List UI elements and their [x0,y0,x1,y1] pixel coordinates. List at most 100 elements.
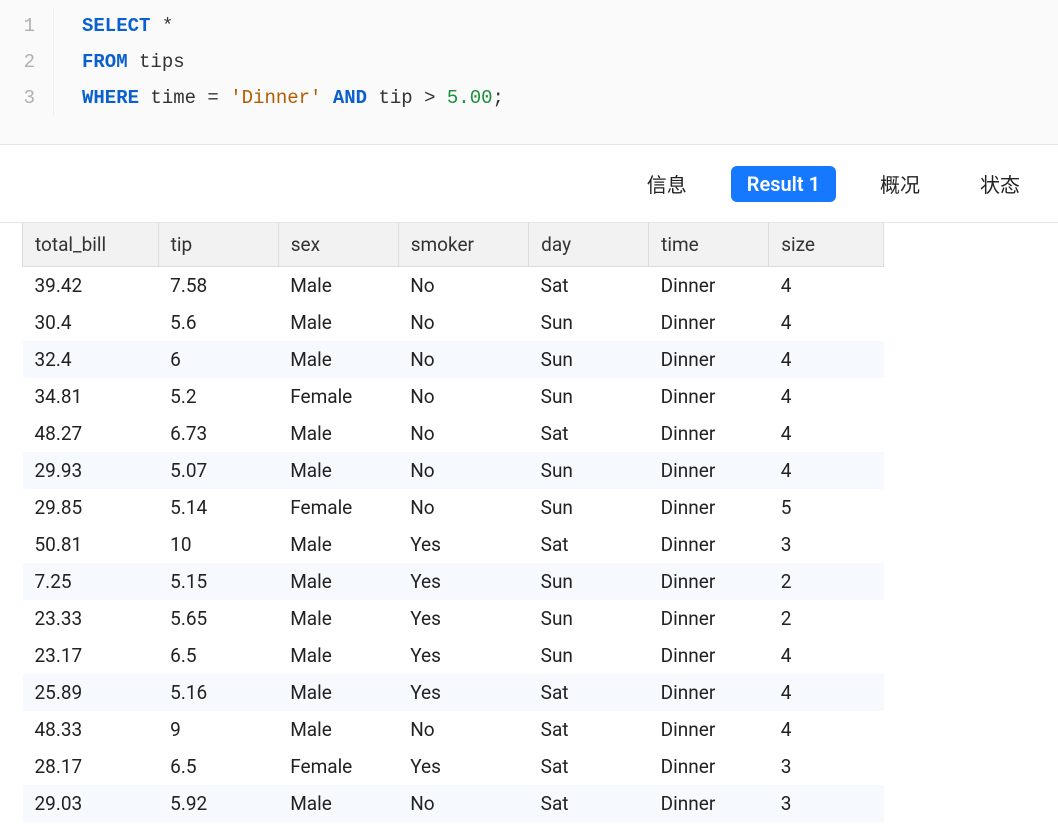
cell: 2 [769,563,884,600]
code-line[interactable]: 2FROM tips [0,44,1058,80]
tab-summary[interactable]: 概况 [864,163,936,204]
token-ident: tip > [367,87,447,109]
cell: Male [278,785,398,822]
cell: Dinner [649,563,769,600]
cell: 10 [158,526,278,563]
cell: Sun [529,563,649,600]
cell: Sat [529,415,649,452]
tab-result-1[interactable]: Result 1 [731,166,836,202]
code-line[interactable]: 3WHERE time = 'Dinner' AND tip > 5.00; [0,80,1058,116]
cell: Dinner [649,341,769,378]
cell: Male [278,600,398,637]
cell: 9 [158,711,278,748]
table-row[interactable]: 39.427.58MaleNoSatDinner4 [23,267,884,305]
token-kw: AND [333,87,367,109]
cell: Dinner [649,600,769,637]
cell: 48.27 [23,415,159,452]
cell: 32.4 [23,341,159,378]
cell: 23.33 [23,600,159,637]
tab-info[interactable]: 信息 [631,163,703,204]
cell: Sat [529,748,649,785]
cell: Yes [398,637,528,674]
table-row[interactable]: 34.815.2FemaleNoSunDinner4 [23,378,884,415]
cell: Dinner [649,785,769,822]
col-header-smoker[interactable]: smoker [398,223,528,267]
code-line[interactable]: 1SELECT * [0,8,1058,44]
token-punct: ; [493,87,504,109]
cell: Dinner [649,748,769,785]
col-header-time[interactable]: time [649,223,769,267]
cell: Dinner [649,711,769,748]
col-header-total_bill[interactable]: total_bill [23,223,159,267]
cell: 7.58 [158,267,278,305]
col-header-tip[interactable]: tip [158,223,278,267]
token-kw: WHERE [82,87,139,109]
table-row[interactable]: 50.8110MaleYesSatDinner3 [23,526,884,563]
table-row[interactable]: 32.46MaleNoSunDinner4 [23,341,884,378]
table-row[interactable]: 7.255.15MaleYesSunDinner2 [23,563,884,600]
token-kw: SELECT [82,15,150,37]
token-punct: * [150,15,173,37]
cell: 5.07 [158,452,278,489]
cell: Dinner [649,267,769,305]
col-header-day[interactable]: day [529,223,649,267]
cell: Dinner [649,304,769,341]
token-ident: time = [139,87,230,109]
table-row[interactable]: 29.035.92MaleNoSatDinner3 [23,785,884,822]
cell: 5.16 [158,674,278,711]
cell: Dinner [649,489,769,526]
token-str: 'Dinner' [230,87,321,109]
cell: 6.5 [158,637,278,674]
cell: Sat [529,711,649,748]
cell: Male [278,526,398,563]
cell: Sun [529,378,649,415]
table-row[interactable]: 48.276.73MaleNoSatDinner4 [23,415,884,452]
cell: 28.17 [23,748,159,785]
cell: 4 [769,674,884,711]
table-body: 39.427.58MaleNoSatDinner430.45.6MaleNoSu… [23,267,884,823]
result-grid[interactable]: total_billtipsexsmokerdaytimesize 39.427… [0,223,1058,822]
cell: 5.92 [158,785,278,822]
table-row[interactable]: 48.339MaleNoSatDinner4 [23,711,884,748]
table-row[interactable]: 29.935.07MaleNoSunDinner4 [23,452,884,489]
cell: Sun [529,304,649,341]
table-row[interactable]: 29.855.14FemaleNoSunDinner5 [23,489,884,526]
sql-editor[interactable]: 1SELECT *2FROM tips3WHERE time = 'Dinner… [0,0,1058,145]
table-row[interactable]: 23.176.5MaleYesSunDinner4 [23,637,884,674]
col-header-size[interactable]: size [769,223,884,267]
cell: Female [278,489,398,526]
cell: 6.73 [158,415,278,452]
cell: 39.42 [23,267,159,305]
cell: Sat [529,674,649,711]
cell: 29.93 [23,452,159,489]
cell: Female [278,378,398,415]
table-row[interactable]: 28.176.5FemaleYesSatDinner3 [23,748,884,785]
cell: 48.33 [23,711,159,748]
cell: Sun [529,637,649,674]
cell: 25.89 [23,674,159,711]
cell: 5.6 [158,304,278,341]
cell: 7.25 [23,563,159,600]
cell: 3 [769,526,884,563]
cell: 34.81 [23,378,159,415]
cell: 4 [769,304,884,341]
token-num: 5.00 [447,87,493,109]
cell: Sun [529,341,649,378]
cell: No [398,267,528,305]
tab-status[interactable]: 状态 [964,163,1036,204]
table-row[interactable]: 23.335.65MaleYesSunDinner2 [23,600,884,637]
table-header-row: total_billtipsexsmokerdaytimesize [23,223,884,267]
cell: Dinner [649,452,769,489]
cell: Female [278,748,398,785]
cell: 29.03 [23,785,159,822]
code-content[interactable]: SELECT * [82,8,173,44]
code-content[interactable]: FROM tips [82,44,185,80]
table-row[interactable]: 25.895.16MaleYesSatDinner4 [23,674,884,711]
table-row[interactable]: 30.45.6MaleNoSunDinner4 [23,304,884,341]
cell: No [398,452,528,489]
cell: Male [278,563,398,600]
cell: No [398,785,528,822]
cell: Male [278,267,398,305]
col-header-sex[interactable]: sex [278,223,398,267]
code-content[interactable]: WHERE time = 'Dinner' AND tip > 5.00; [82,80,504,116]
